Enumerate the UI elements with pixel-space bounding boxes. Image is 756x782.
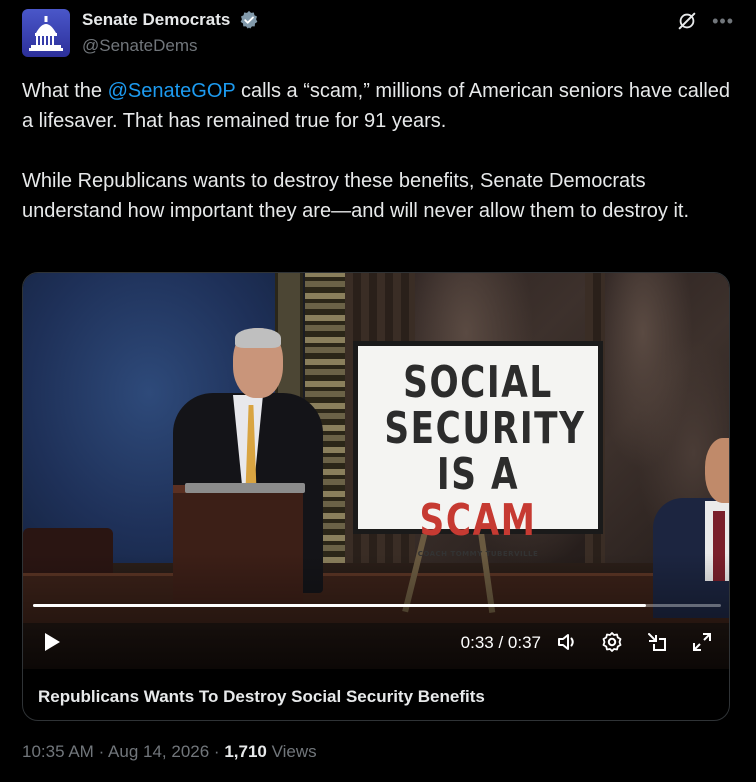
video-title[interactable]: Republicans Wants To Destroy Social Secu…	[38, 687, 485, 707]
tweet-text-segment: What the	[22, 80, 108, 102]
video-time: 0:33 / 0:37	[460, 633, 541, 652]
verified-badge-icon[interactable]	[239, 10, 259, 30]
sign-line-3-prefix: IS A	[436, 449, 520, 500]
author-handle[interactable]: @SenateDems	[82, 36, 259, 56]
more-options-icon[interactable]: •••	[712, 10, 734, 32]
tweet-time[interactable]: 10:35 AM	[22, 742, 94, 761]
capitol-dome-icon	[29, 16, 63, 51]
fullscreen-icon[interactable]	[690, 630, 714, 654]
settings-gear-icon[interactable]	[600, 630, 624, 654]
picture-in-picture-icon[interactable]	[645, 630, 669, 654]
sign-line-1: SOCIAL	[403, 357, 553, 408]
meta-separator: ·	[98, 742, 105, 761]
sign-scam-word: SCAM	[419, 495, 537, 546]
tweet-actions-top: •••	[676, 10, 734, 32]
avatar[interactable]	[22, 9, 70, 57]
display-name[interactable]: Senate Democrats	[82, 10, 230, 30]
tweet-meta: 10:35 AM · Aug 14, 2026 · 1,710 Views	[22, 742, 317, 762]
play-icon[interactable]	[43, 632, 61, 652]
mention-link[interactable]: @SenateGOP	[108, 80, 236, 102]
scam-sign: SOCIAL SECURITY IS A SCAM COACH TOMMY TU…	[353, 341, 603, 558]
video-controls: 0:33 / 0:37	[23, 623, 729, 663]
tweet-paragraph-1: What the @SenateGOP calls a “scam,” mill…	[22, 76, 732, 136]
author-block: Senate Democrats @SenateDems	[82, 10, 259, 56]
video-progress-fill	[33, 604, 646, 607]
video-player[interactable]: SOCIAL SECURITY IS A SCAM COACH TOMMY TU…	[23, 273, 729, 669]
tweet: Senate Democrats @SenateDems ••• What th…	[0, 0, 756, 782]
views-label: Views	[271, 742, 317, 761]
tweet-text: What the @SenateGOP calls a “scam,” mill…	[22, 76, 732, 226]
video-card[interactable]: SOCIAL SECURITY IS A SCAM COACH TOMMY TU…	[22, 272, 730, 721]
sign-line-3: IS A SCAM	[384, 452, 571, 544]
grok-icon[interactable]	[676, 10, 698, 32]
video-progress-bar[interactable]	[33, 604, 721, 607]
views-count: 1,710	[224, 742, 267, 761]
tweet-date[interactable]: Aug 14, 2026	[108, 742, 209, 761]
volume-icon[interactable]	[555, 630, 579, 654]
tweet-paragraph-2: While Republicans wants to destroy these…	[22, 170, 690, 222]
sign-line-2: SECURITY	[384, 403, 586, 454]
meta-separator: ·	[213, 742, 220, 761]
